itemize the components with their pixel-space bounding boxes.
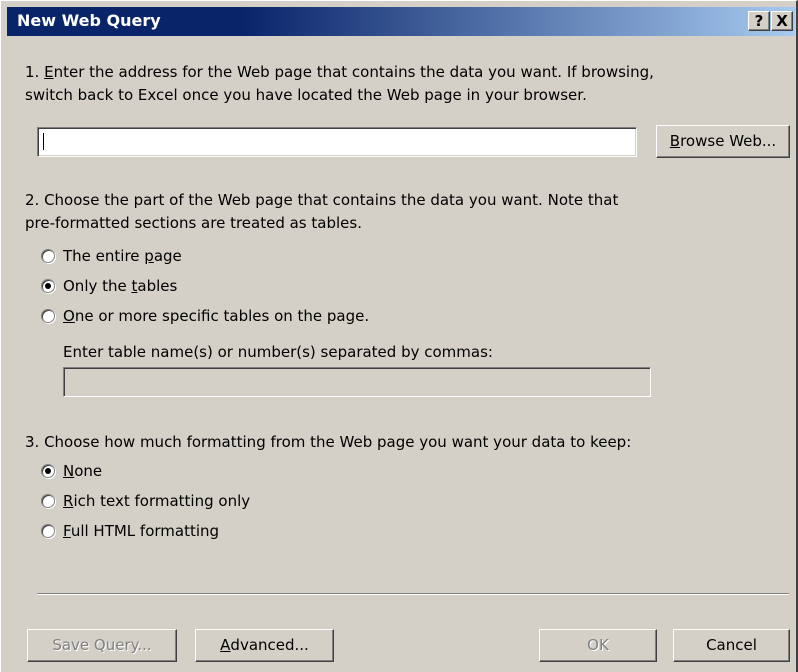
address-input[interactable] xyxy=(37,127,637,157)
tables-input[interactable] xyxy=(63,367,651,397)
radio-format-none-label[interactable]: None xyxy=(63,462,102,480)
step2-instruction-line1: 2. Choose the part of the Web page that … xyxy=(25,191,619,209)
radio-format-full-html-label[interactable]: Full HTML formatting xyxy=(63,522,219,540)
radio-format-full-html[interactable] xyxy=(41,524,55,538)
radio-selected-dot xyxy=(45,283,51,289)
radio-format-none[interactable] xyxy=(41,464,55,478)
radio-selected-dot xyxy=(45,468,51,474)
tables-input-label: Enter table name(s) or number(s) separat… xyxy=(63,343,493,361)
ok-button[interactable]: OK xyxy=(539,629,657,662)
radio-format-rich-text-label[interactable]: Rich text formatting only xyxy=(63,492,250,510)
separator-highlight xyxy=(37,594,789,595)
radio-format-rich-text[interactable] xyxy=(41,494,55,508)
help-button[interactable]: ? xyxy=(748,11,770,31)
text-caret xyxy=(43,133,44,150)
radio-only-tables-label[interactable]: Only the tables xyxy=(63,277,177,295)
step1-instruction-line2: switch back to Excel once you have locat… xyxy=(25,86,587,104)
radio-entire-page-label[interactable]: The entire page xyxy=(63,247,182,265)
radio-specific-tables-label[interactable]: One or more specific tables on the page. xyxy=(63,307,369,325)
step3-instruction: 3. Choose how much formatting from the W… xyxy=(25,433,632,451)
step1-instruction-line1: 1. Enter the address for the Web page th… xyxy=(25,63,654,81)
radio-specific-tables[interactable] xyxy=(41,309,55,323)
radio-entire-page[interactable] xyxy=(41,249,55,263)
advanced-button[interactable]: Advanced... xyxy=(195,629,334,662)
radio-only-tables[interactable] xyxy=(41,279,55,293)
save-query-button[interactable]: Save Query... xyxy=(27,629,177,662)
step2-instruction-line2: pre-formatted sections are treated as ta… xyxy=(25,214,362,232)
cancel-button[interactable]: Cancel xyxy=(673,629,790,662)
dialog-title: New Web Query xyxy=(17,11,161,30)
new-web-query-dialog: New Web Query ? X 1. Enter the address f… xyxy=(0,0,798,672)
close-button[interactable]: X xyxy=(771,11,793,31)
browse-web-button[interactable]: Browse Web... xyxy=(656,125,790,158)
title-bar[interactable]: New Web Query ? X xyxy=(7,7,795,36)
